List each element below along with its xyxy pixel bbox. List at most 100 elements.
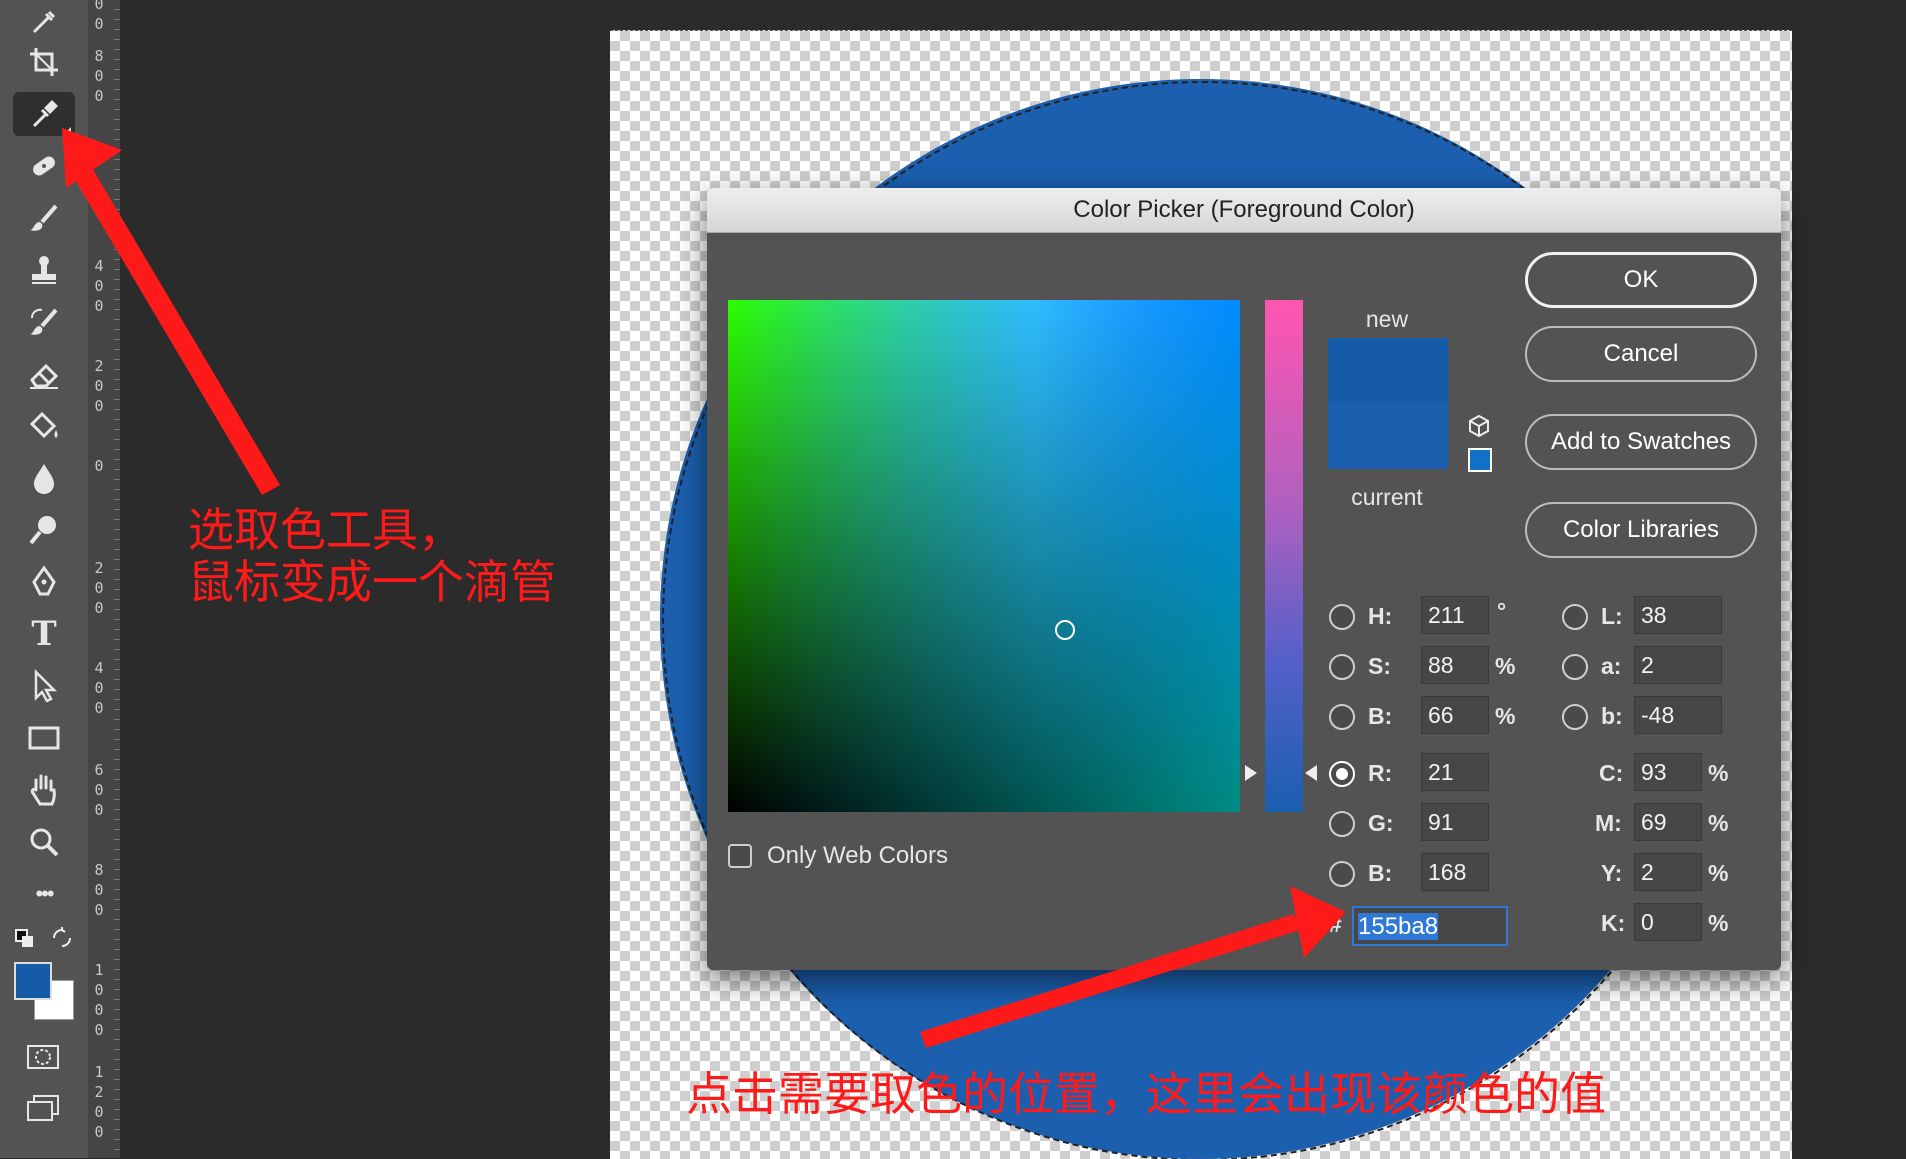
tool-zoom[interactable] [13, 820, 75, 864]
type-icon: T [31, 614, 57, 654]
out-of-gamut-cube-icon[interactable] [1466, 413, 1492, 439]
radio-g[interactable] [1329, 811, 1355, 837]
color-libraries-button[interactable]: Color Libraries [1525, 502, 1757, 558]
radio-a[interactable] [1562, 654, 1588, 680]
vertical-ruler: 00 800 400 200 0 200 400 600 800 1000 12… [88, 0, 120, 1158]
ruler-label: 00 [94, 0, 104, 33]
ruler-label: 1000 [94, 961, 104, 1039]
input-blue[interactable]: 168 [1421, 853, 1489, 891]
brush-icon [30, 204, 58, 231]
tool-history-brush[interactable] [13, 300, 75, 344]
input-l[interactable]: 38 [1634, 596, 1722, 634]
current-color-swatch[interactable] [1328, 403, 1448, 469]
ruler-label: 200 [94, 357, 104, 415]
tool-crop[interactable] [13, 40, 75, 84]
ruler-label: 400 [94, 257, 104, 315]
tool-dodge[interactable] [13, 508, 75, 552]
crop-icon [30, 48, 58, 76]
color-slider[interactable] [1265, 300, 1303, 812]
default-colors-icon[interactable] [14, 928, 36, 950]
tool-pen[interactable] [13, 560, 75, 604]
tool-eraser[interactable] [13, 352, 75, 396]
annotation-hex-note: 点击需要取色的位置，这里会出现该颜色的值 [686, 1067, 1606, 1121]
radio-r[interactable] [1329, 761, 1355, 787]
input-k[interactable]: 0 [1634, 903, 1702, 941]
tool-brush[interactable] [13, 196, 75, 240]
zoom-icon [30, 828, 59, 857]
ruler-label: 800 [94, 861, 104, 919]
unit-s: % [1495, 653, 1516, 679]
input-lab-b[interactable]: -48 [1634, 696, 1722, 734]
label-h: H: [1368, 603, 1393, 629]
current-label: current [1351, 484, 1423, 510]
label-c: C: [1599, 760, 1624, 786]
path-selection-icon [34, 668, 58, 703]
dodge-icon [29, 516, 56, 545]
clone-stamp-icon [32, 256, 56, 284]
hand-icon [30, 774, 56, 806]
cancel-button[interactable]: Cancel [1525, 326, 1757, 382]
unit-brightness: % [1495, 703, 1516, 729]
tool-healing-brush[interactable] [13, 144, 75, 188]
tool-path-selection[interactable] [13, 664, 75, 708]
label-lab-b: b: [1601, 703, 1623, 729]
tool-type[interactable]: T [13, 612, 75, 656]
tool-blur[interactable] [13, 456, 75, 500]
label-s: S: [1368, 653, 1391, 679]
input-g[interactable]: 91 [1421, 803, 1489, 841]
ok-button[interactable]: OK [1525, 252, 1757, 308]
input-s[interactable]: 88 [1421, 646, 1489, 684]
only-web-colors-checkbox[interactable] [728, 844, 752, 868]
web-safe-swatch[interactable] [1468, 448, 1492, 472]
input-h[interactable]: 211 [1421, 596, 1489, 634]
eyedropper-icon [32, 100, 58, 128]
unit-h: ° [1497, 598, 1507, 624]
tool-eyedropper-sample[interactable] [13, 0, 75, 44]
tool-paint-bucket[interactable] [13, 404, 75, 448]
radio-lab-b[interactable] [1562, 704, 1588, 730]
new-label: new [1365, 306, 1409, 332]
tool-clone-stamp[interactable] [13, 248, 75, 292]
input-c[interactable]: 93 [1634, 753, 1702, 791]
hex-value: 155ba8 [1358, 913, 1439, 940]
input-y[interactable]: 2 [1634, 853, 1702, 891]
radio-brightness[interactable] [1329, 704, 1355, 730]
annotation-tool-line1: 选取色工具， [188, 503, 464, 557]
color-field-cursor[interactable] [1055, 620, 1075, 640]
tool-more[interactable]: ••• [13, 872, 75, 916]
unit-m: % [1708, 810, 1729, 836]
tool-hand[interactable] [13, 768, 75, 812]
history-brush-icon [30, 308, 58, 335]
label-r: R: [1368, 760, 1393, 786]
swap-colors-icon[interactable] [50, 926, 74, 950]
only-web-colors-label: Only Web Colors [767, 842, 948, 869]
tool-rectangle[interactable] [13, 716, 75, 760]
ruler-label: 800 [94, 47, 104, 105]
color-field[interactable] [728, 300, 1240, 812]
foreground-color-swatch[interactable] [14, 962, 52, 1000]
color-field-overlay [728, 300, 1240, 812]
tools-panel: T ••• [0, 0, 88, 1158]
blur-drop-icon [34, 464, 54, 494]
add-to-swatches-button[interactable]: Add to Swatches [1525, 414, 1757, 470]
screen-mode-icon[interactable] [26, 1094, 60, 1122]
radio-s[interactable] [1329, 654, 1355, 680]
radio-h[interactable] [1329, 604, 1355, 630]
slider-left-arrow-icon[interactable] [1245, 765, 1257, 781]
hex-input[interactable]: 155ba8 [1352, 906, 1508, 946]
input-r[interactable]: 21 [1421, 753, 1489, 791]
healing-brush-icon [33, 156, 55, 176]
tool-eyedropper[interactable] [13, 92, 75, 136]
input-brightness[interactable]: 66 [1421, 696, 1489, 734]
quick-mask-icon[interactable] [26, 1044, 60, 1070]
input-a[interactable]: 2 [1634, 646, 1722, 684]
new-color-swatch [1328, 338, 1448, 403]
slider-right-arrow-icon[interactable] [1305, 765, 1317, 781]
radio-blue[interactable] [1329, 861, 1355, 887]
dialog-titlebar[interactable]: Color Picker (Foreground Color) [707, 188, 1781, 233]
ruler-label: 0 [94, 457, 104, 475]
dialog-title: Color Picker (Foreground Color) [1073, 196, 1415, 223]
radio-l[interactable] [1562, 604, 1588, 630]
input-m[interactable]: 69 [1634, 803, 1702, 841]
color-picker-dialog: Color Picker (Foreground Color) new curr… [707, 188, 1781, 970]
